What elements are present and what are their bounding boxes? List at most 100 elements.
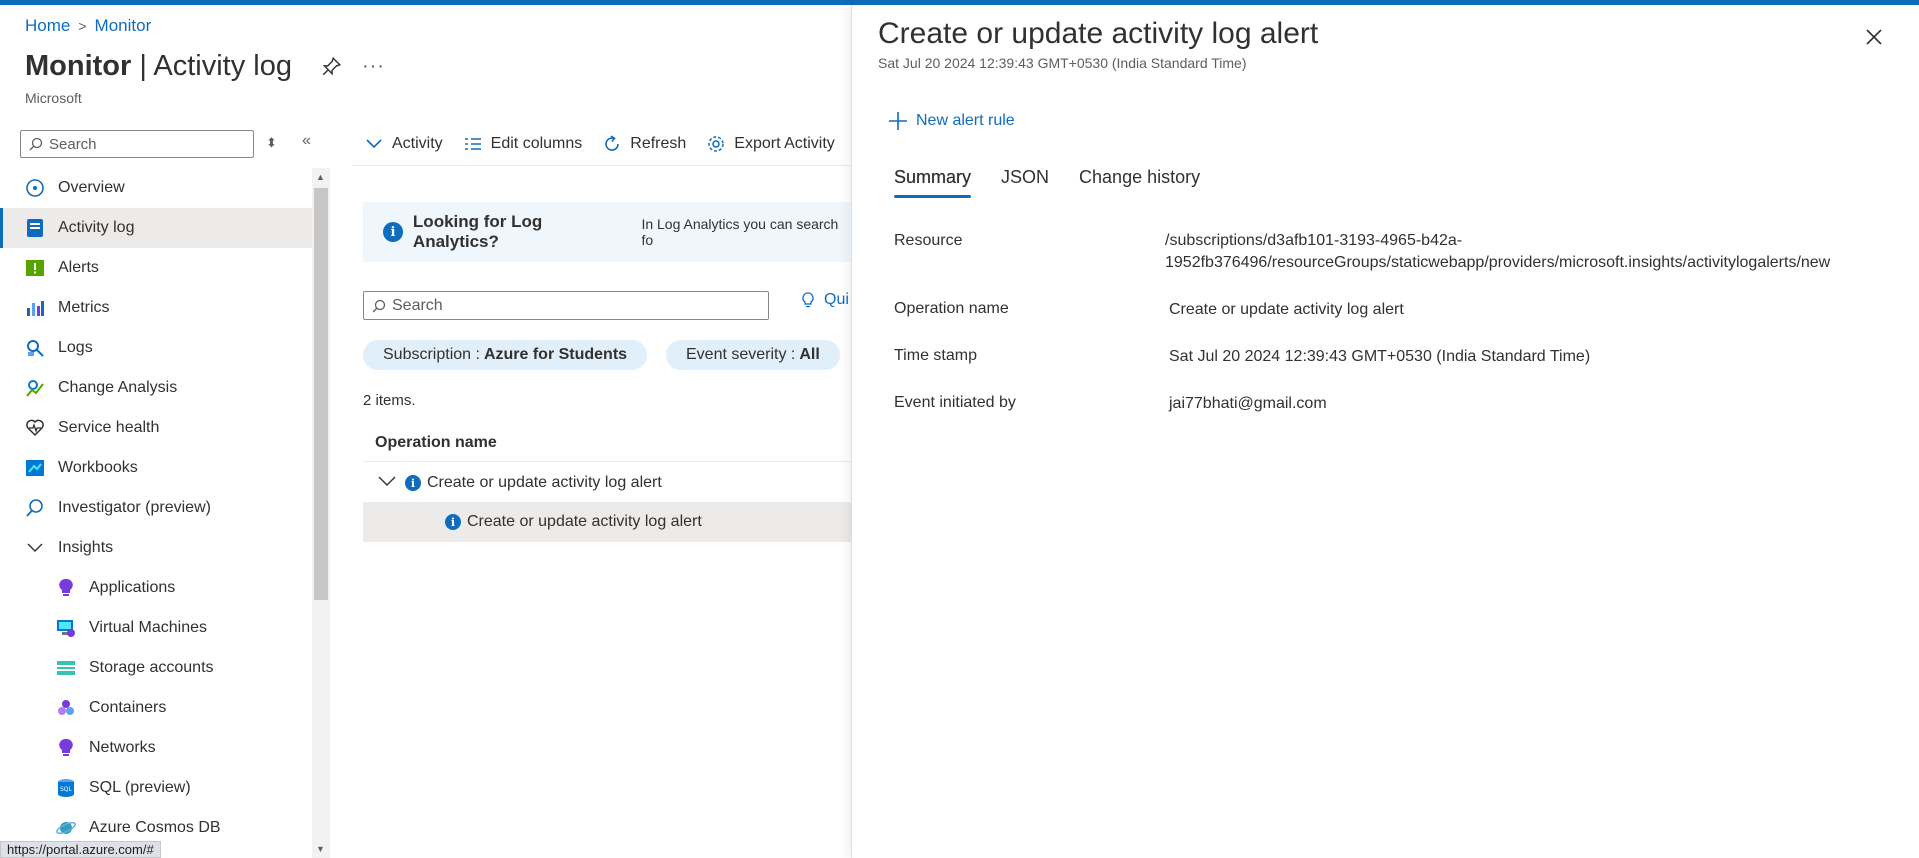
sidebar-item-metrics[interactable]: Metrics	[0, 288, 312, 328]
severity-filter-pill[interactable]: Event severity : All	[666, 340, 840, 370]
severity-filter-value: All	[799, 346, 820, 363]
more-options-icon[interactable]: ···	[362, 55, 385, 78]
activity-search-placeholder: Search	[392, 296, 443, 314]
pin-icon[interactable]	[320, 56, 342, 78]
export-activity-button[interactable]: Export Activity	[706, 134, 835, 154]
page-header: Monitor | Activity log ···	[25, 50, 385, 83]
page-subtitle: Microsoft	[25, 90, 82, 106]
sidebar-item-change-analysis[interactable]: Change Analysis	[0, 368, 312, 408]
sidebar-item-insights[interactable]: Insights	[0, 528, 312, 568]
event-initiated-by-value: jai77bhati@gmail.com	[1169, 395, 1327, 412]
sidebar-item-label: Activity log	[58, 219, 135, 236]
sidebar-nav: Overview Activity log Alerts Metrics Logs Cha…	[0, 168, 312, 858]
networks-icon	[55, 737, 77, 759]
sidebar-item-label: Alerts	[58, 259, 99, 276]
time-stamp-value: Sat Jul 20 2024 12:39:43 GMT+0530 (India…	[1169, 348, 1591, 365]
panel-tabs: Summary JSON Change history	[894, 167, 1200, 198]
items-count: 2 items.	[363, 392, 416, 409]
collapse-sidebar-icon[interactable]: «	[302, 132, 311, 150]
resource-value-line1: /subscriptions/d3afb101-3193-4965-b42a-	[1165, 232, 1463, 249]
sidebar-item-label: Azure Cosmos DB	[89, 819, 221, 836]
scrollbar-thumb[interactable]	[314, 188, 328, 600]
banner-heading: Looking for Log Analytics?	[412, 212, 543, 251]
breadcrumb: Home > Monitor	[25, 16, 151, 36]
table-row-group[interactable]: i Create or update activity log alert	[363, 463, 853, 503]
sidebar-item-storage-accounts[interactable]: Storage accounts	[0, 648, 312, 688]
sidebar-item-label: Storage accounts	[89, 659, 214, 676]
sort-icon[interactable]: ⬍	[266, 135, 277, 151]
operation-name-value: Create or update activity log alert	[1169, 301, 1404, 318]
breadcrumb-monitor-link[interactable]: Monitor	[95, 16, 152, 36]
search-icon	[372, 299, 386, 312]
logs-icon	[24, 337, 46, 359]
edit-columns-button[interactable]: Edit columns	[463, 134, 583, 154]
gear-icon	[708, 136, 725, 152]
sidebar-item-activity-log[interactable]: Activity log	[0, 208, 312, 248]
time-stamp-label: Time stamp	[894, 347, 977, 364]
page-title: Monitor | Activity log	[25, 50, 292, 82]
refresh-button[interactable]: Refresh	[602, 134, 686, 154]
scroll-up-icon[interactable]: ▲	[316, 172, 325, 182]
scroll-down-icon[interactable]: ▼	[316, 844, 325, 854]
tab-change-history[interactable]: Change history	[1079, 167, 1200, 198]
refresh-label: Refresh	[630, 135, 687, 152]
chevron-down-icon[interactable]	[377, 474, 399, 493]
resource-value: /subscriptions/d3afb101-3193-4965-b42a- …	[1165, 230, 1830, 274]
operation-name-label: Operation name	[894, 300, 1009, 317]
alert-details-panel: Create or update activity log alert Sat …	[851, 5, 1919, 858]
investigator-icon	[24, 497, 46, 519]
sidebar-search-input[interactable]: Search	[20, 130, 254, 158]
lightbulb-icon	[802, 292, 814, 308]
sidebar-item-label: Applications	[89, 579, 176, 596]
info-icon: i	[383, 222, 403, 242]
breadcrumb-home-link[interactable]: Home	[25, 16, 70, 36]
edit-columns-icon	[464, 138, 481, 150]
column-header-operation-name[interactable]: Operation name	[363, 425, 853, 462]
search-icon	[29, 137, 43, 151]
event-initiated-by-label: Event initiated by	[894, 394, 1016, 411]
activity-button[interactable]: Activity	[364, 134, 443, 154]
tab-summary[interactable]: Summary	[894, 167, 972, 198]
severity-filter-label: Event severity :	[686, 346, 796, 363]
sidebar-item-networks[interactable]: Networks	[0, 728, 312, 768]
sidebar-item-workbooks[interactable]: Workbooks	[0, 448, 312, 488]
row-operation-name: Create or update activity log alert	[427, 474, 662, 491]
sidebar-item-virtual-machines[interactable]: Virtual Machines	[0, 608, 312, 648]
quick-insights-link[interactable]: Qui	[798, 290, 849, 310]
subscription-filter-pill[interactable]: Subscription : Azure for Students	[363, 340, 648, 370]
virtual-machines-icon	[55, 617, 77, 639]
activity-search-input[interactable]: Search	[363, 291, 769, 320]
table-row[interactable]: i Create or update activity log alert	[363, 502, 853, 542]
new-alert-rule-button[interactable]: New alert rule	[888, 111, 1015, 131]
sidebar-item-applications[interactable]: Applications	[0, 568, 312, 608]
sidebar-scrollbar[interactable]: ▲ ▼	[312, 168, 330, 858]
activity-log-icon	[24, 217, 46, 239]
workbooks-icon	[24, 457, 46, 479]
metrics-icon	[24, 297, 46, 319]
panel-timestamp: Sat Jul 20 2024 12:39:43 GMT+0530 (India…	[878, 55, 1247, 71]
activity-label: Activity	[392, 135, 443, 152]
sidebar-item-label: Overview	[58, 179, 125, 196]
sidebar-item-logs[interactable]: Logs	[0, 328, 312, 368]
containers-icon	[55, 697, 77, 719]
edit-columns-label: Edit columns	[490, 135, 583, 152]
info-icon: i	[445, 514, 461, 530]
sidebar-item-sql-preview[interactable]: SQL SQL (preview)	[0, 768, 312, 808]
sidebar-item-containers[interactable]: Containers	[0, 688, 312, 728]
close-icon[interactable]	[1862, 25, 1886, 49]
sidebar-item-label: Virtual Machines	[89, 619, 207, 636]
chevron-down-icon	[24, 537, 46, 559]
sidebar-item-label: Service health	[58, 419, 160, 436]
cosmos-db-icon	[55, 817, 77, 839]
banner-text: In Log Analytics you can search fo	[641, 216, 839, 248]
row-operation-name: Create or update activity log alert	[467, 513, 702, 530]
panel-title: Create or update activity log alert	[878, 17, 1319, 50]
sidebar-item-overview[interactable]: Overview	[0, 168, 312, 208]
subscription-filter-label: Subscription :	[383, 346, 480, 363]
sidebar-item-service-health[interactable]: Service health	[0, 408, 312, 448]
sidebar-item-label: Insights	[58, 539, 114, 556]
sidebar-item-alerts[interactable]: Alerts	[0, 248, 312, 288]
tab-json[interactable]: JSON	[1001, 167, 1049, 198]
chevron-right-icon: >	[78, 18, 87, 34]
sidebar-item-investigator-preview[interactable]: Investigator (preview)	[0, 488, 312, 528]
